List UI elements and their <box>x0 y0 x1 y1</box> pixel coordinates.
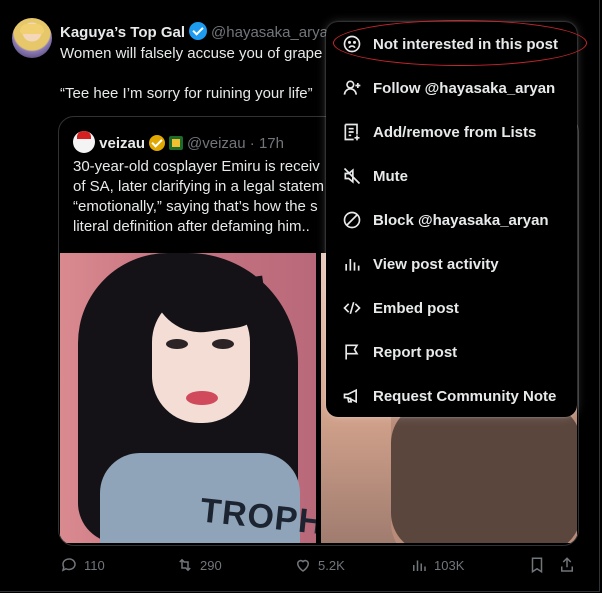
embed-icon <box>343 301 361 315</box>
image-eye-right <box>212 339 234 349</box>
quoted-post-header: veizau @veizau · 17h <box>73 131 284 153</box>
menu-item-label: Add/remove from Lists <box>373 123 537 141</box>
menu-item-mute[interactable]: Mute <box>326 154 577 198</box>
post-header: Kaguya’s Top Gal @hayasaka_aryan <box>60 22 336 41</box>
quoted-post-time: 17h <box>258 135 284 152</box>
block-icon <box>343 211 361 229</box>
views-button[interactable]: 103K <box>410 556 464 574</box>
verified-badge-icon <box>189 22 208 40</box>
post-text: Women will falsely accuse you of grape “… <box>60 45 323 102</box>
quoted-post-text: 30-year-old cosplayer Emiru is receiv of… <box>73 158 324 235</box>
menu-item-label: View post activity <box>373 255 499 273</box>
menu-item-lists[interactable]: Add/remove from Lists <box>326 110 577 154</box>
menu-item-follow[interactable]: Follow @hayasaka_aryan <box>326 66 577 110</box>
menu-item-label: Follow @hayasaka_aryan <box>373 79 556 97</box>
quoted-author-name: veizau <box>99 135 146 152</box>
action-bar: 110 290 5.2K 103K <box>60 556 580 576</box>
menu-item-report[interactable]: Report post <box>326 330 577 374</box>
image-lips <box>186 391 218 405</box>
author-handle[interactable]: @hayasaka_aryan <box>211 24 336 41</box>
follow-user-icon <box>343 80 361 95</box>
post-options-menu: Not interested in this post Follow @haya… <box>326 22 577 417</box>
reply-count: 110 <box>84 557 105 573</box>
image-man-beard <box>391 403 577 543</box>
bookmark-button[interactable] <box>528 556 546 574</box>
menu-item-label: Request Community Note <box>373 387 557 405</box>
megaphone-icon <box>343 388 357 404</box>
image-eye-left <box>166 339 188 349</box>
views-count: 103K <box>434 557 465 573</box>
media-image-left[interactable]: TROPHY <box>60 253 316 543</box>
flag-icon <box>345 344 359 360</box>
repost-icon <box>179 558 191 572</box>
menu-item-label: Embed post <box>373 299 459 317</box>
menu-item-block[interactable]: Block @hayasaka_aryan <box>326 198 577 242</box>
share-icon <box>561 557 573 572</box>
activity-icon <box>345 259 360 271</box>
menu-item-label: Mute <box>373 167 408 185</box>
repost-count: 290 <box>200 557 222 573</box>
menu-item-label: Report post <box>373 343 458 361</box>
author-name[interactable]: Kaguya’s Top Gal <box>60 24 185 41</box>
quoted-author-handle: @veizau <box>187 135 246 152</box>
menu-item-label: Block @hayasaka_aryan <box>373 211 549 229</box>
views-icon <box>413 560 426 571</box>
menu-item-not-interested[interactable]: Not interested in this post <box>326 22 577 66</box>
mute-icon <box>343 167 361 185</box>
verified-gold-badge-icon <box>149 135 166 151</box>
heart-icon <box>296 559 310 572</box>
reply-icon <box>61 558 76 572</box>
quoted-author-avatar <box>73 131 95 153</box>
reply-button[interactable]: 110 <box>60 556 105 574</box>
author-avatar[interactable] <box>12 18 52 58</box>
menu-item-label: Not interested in this post <box>373 35 559 53</box>
repost-button[interactable]: 290 <box>176 556 222 574</box>
frown-icon <box>343 35 361 53</box>
list-icon <box>344 123 360 141</box>
menu-item-community-note[interactable]: Request Community Note <box>326 374 577 418</box>
bookmark-icon <box>531 557 543 574</box>
like-count: 5.2K <box>318 557 345 573</box>
time-separator: · <box>249 135 255 152</box>
like-button[interactable]: 5.2K <box>294 556 345 574</box>
share-button[interactable] <box>558 556 576 574</box>
affiliation-badge-icon <box>169 136 184 150</box>
menu-item-embed[interactable]: Embed post <box>326 286 577 330</box>
menu-item-post-activity[interactable]: View post activity <box>326 242 577 286</box>
